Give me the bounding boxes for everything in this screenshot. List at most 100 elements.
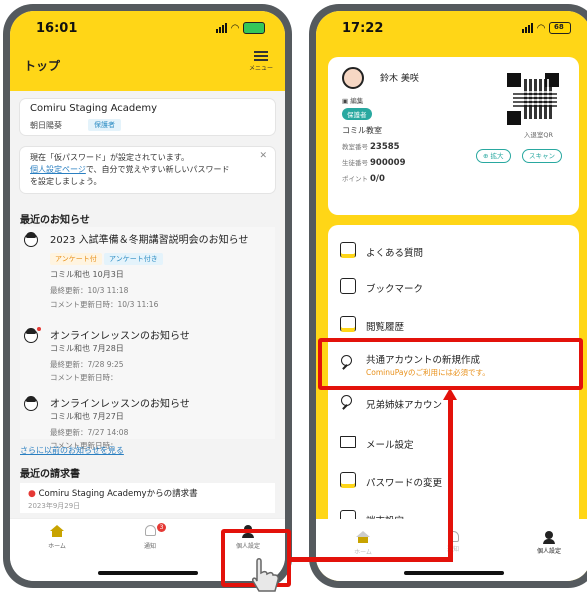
- left-phone-frame: 16:01 ◠ トップ メニュー Comiru Staging Academy …: [3, 4, 292, 588]
- home-icon: [356, 531, 370, 543]
- academy-card[interactable]: Comiru Staging Academy 朝日陽葵 保護者: [20, 99, 275, 135]
- menu-label: よくある質問: [366, 248, 424, 259]
- news-title: オンラインレッスンのお知らせ: [50, 399, 190, 410]
- invoice-title: Comiru Staging Academyからの請求書: [38, 489, 198, 499]
- news-item[interactable]: 2023 入試準備＆冬期講習説明会のお知らせ アンケート付 アンケート付き コミ…: [20, 231, 275, 325]
- news-title: 2023 入試準備＆冬期講習説明会のお知らせ: [50, 235, 249, 246]
- wifi-icon: ◠: [231, 22, 239, 34]
- avatar: [24, 327, 41, 343]
- status-icons: ◠: [216, 22, 265, 34]
- menu-label: 兄弟姉妹アカウン: [366, 400, 443, 411]
- menu-item-faq[interactable]: よくある質問: [340, 237, 567, 265]
- notice-line3: を設定しましょう。: [30, 177, 102, 186]
- status-icons: ◠: [522, 22, 571, 34]
- news-updated: 最終更新：7/28 9:25: [50, 360, 124, 369]
- points: ポイント 0/0: [342, 174, 385, 184]
- menu-item-mail[interactable]: メール設定: [340, 429, 567, 457]
- edit-label: 編集: [350, 97, 364, 105]
- news-meta: コミル和也 7月28日: [50, 344, 124, 353]
- top-content: Comiru Staging Academy 朝日陽葵 保護者 ✕ 現在「仮パスワ…: [10, 91, 285, 519]
- home-icon: [50, 525, 64, 537]
- menu-item-bookmark[interactable]: ブックマーク: [340, 273, 567, 301]
- role-badge: 保護者: [88, 119, 121, 131]
- news-item[interactable]: オンラインレッスンのお知らせ コミル和也 7月27日 最終更新：7/27 14:…: [20, 395, 275, 450]
- bookmark-icon: [340, 278, 356, 294]
- menu-label: 閲覧履歴: [366, 322, 405, 333]
- arrow-connector: [289, 557, 453, 562]
- unread-dot-icon: ●: [28, 489, 36, 499]
- password-notice: ✕ 現在「仮パスワード」が設定されています。 個人設定ページで、自分で覚えやすい…: [20, 147, 275, 193]
- zoom-button[interactable]: ⊕ 拡大: [476, 149, 511, 163]
- user-name: 朝日陽葵: [30, 120, 62, 130]
- qr-code-icon[interactable]: [507, 73, 559, 125]
- lock-icon: [340, 472, 356, 488]
- student-number: 生徒番号 900009: [342, 158, 406, 168]
- tab-home[interactable]: ホーム: [32, 525, 82, 550]
- signal-icon: [216, 23, 228, 33]
- battery-icon: [243, 22, 265, 34]
- news-list: 2023 入試準備＆冬期講習説明会のお知らせ アンケート付 アンケート付き コミ…: [20, 227, 275, 450]
- invoice-item[interactable]: ● Comiru Staging Academyからの請求書 2023年9月29…: [20, 483, 275, 513]
- tab-personal[interactable]: 個人設定: [524, 531, 574, 555]
- battery-icon: [549, 22, 571, 34]
- left-screen: 16:01 ◠ トップ メニュー Comiru Staging Academy …: [10, 11, 285, 581]
- menu-item-password[interactable]: パスワードの変更: [340, 467, 567, 495]
- history-icon: [340, 316, 356, 332]
- menu-item-history[interactable]: 閲覧履歴: [340, 311, 567, 339]
- signal-icon: [522, 23, 534, 33]
- news-item[interactable]: オンラインレッスンのお知らせ コミル和也 7月28日 最終更新：7/28 9:2…: [20, 327, 275, 383]
- status-time: 17:22: [342, 20, 384, 36]
- news-comment: コメント更新日時：10/3 11:16: [50, 300, 159, 309]
- profile-card: 鈴木 美咲 ▣ 編集 保護者 コミル教室 教室番号 23585 生徒番号 90000…: [328, 57, 579, 215]
- edit-avatar-button[interactable]: ▣ 編集: [342, 95, 363, 105]
- menu-label: メール設定: [366, 440, 414, 451]
- person-icon: [543, 531, 555, 544]
- tab-notify[interactable]: 3 通知: [125, 523, 175, 550]
- menu-label: パスワードの変更: [366, 478, 443, 489]
- status-bar: 16:01 ◠: [10, 11, 285, 45]
- mail-icon: [340, 436, 356, 448]
- menu-label: ブックマーク: [366, 284, 424, 295]
- tab-notify[interactable]: 通知: [428, 531, 478, 553]
- close-icon[interactable]: ✕: [259, 150, 267, 162]
- invoice-date: 2023年9月29日: [28, 502, 81, 510]
- wifi-icon: ◠: [537, 22, 545, 34]
- news-comment: コメント更新日時：: [50, 373, 118, 382]
- news-meta: コミル和也 7月27日: [50, 412, 124, 421]
- classroom-number: 教室番号 23585: [342, 142, 400, 152]
- scan-button[interactable]: スキャン: [522, 149, 562, 163]
- invoice-heading: 最近の請求書: [20, 469, 80, 480]
- tap-hand-icon: [252, 558, 279, 592]
- more-news-link[interactable]: さらに以前のお知らせを見る: [20, 445, 124, 456]
- arrow-connector: [448, 398, 453, 562]
- menu-button[interactable]: メニュー: [247, 51, 275, 72]
- highlight-shared-account: [318, 338, 583, 390]
- notice-line2: で、自分で覚えやすい新しいパスワード: [85, 165, 230, 174]
- page-title: トップ: [24, 59, 61, 73]
- avatar[interactable]: [342, 67, 364, 89]
- bell-icon: [144, 525, 156, 536]
- tab-notify-label: 通知: [143, 543, 156, 550]
- tab-home-label: ホーム: [48, 543, 66, 550]
- school-name: コミル教室: [342, 126, 382, 135]
- settings-link[interactable]: 個人設定ページ: [30, 165, 86, 174]
- role-badge: 保護者: [342, 108, 372, 120]
- faq-icon: [340, 242, 356, 258]
- notify-count-badge: 3: [157, 523, 166, 532]
- tag-survey-attached: アンケート付き: [104, 253, 163, 265]
- avatar: [24, 232, 38, 247]
- academy-name: Comiru Staging Academy: [30, 103, 158, 114]
- status-time: 16:01: [36, 20, 78, 36]
- tag-survey: アンケート付: [50, 253, 102, 265]
- news-updated: 最終更新：7/27 14:08: [50, 428, 129, 437]
- siblings-icon: [340, 394, 356, 410]
- notice-line1: 現在「仮パスワード」が設定されています。: [30, 153, 189, 162]
- tab-home[interactable]: ホーム: [338, 531, 388, 556]
- news-heading: 最近のお知らせ: [20, 215, 90, 226]
- avatar: [24, 396, 38, 411]
- home-indicator: [403, 571, 504, 575]
- news-updated: 最終更新：10/3 11:18: [50, 286, 129, 295]
- tab-personal-label: 個人設定: [536, 548, 561, 555]
- news-meta: コミル和也 10月3日: [50, 270, 124, 279]
- home-indicator: [97, 571, 198, 575]
